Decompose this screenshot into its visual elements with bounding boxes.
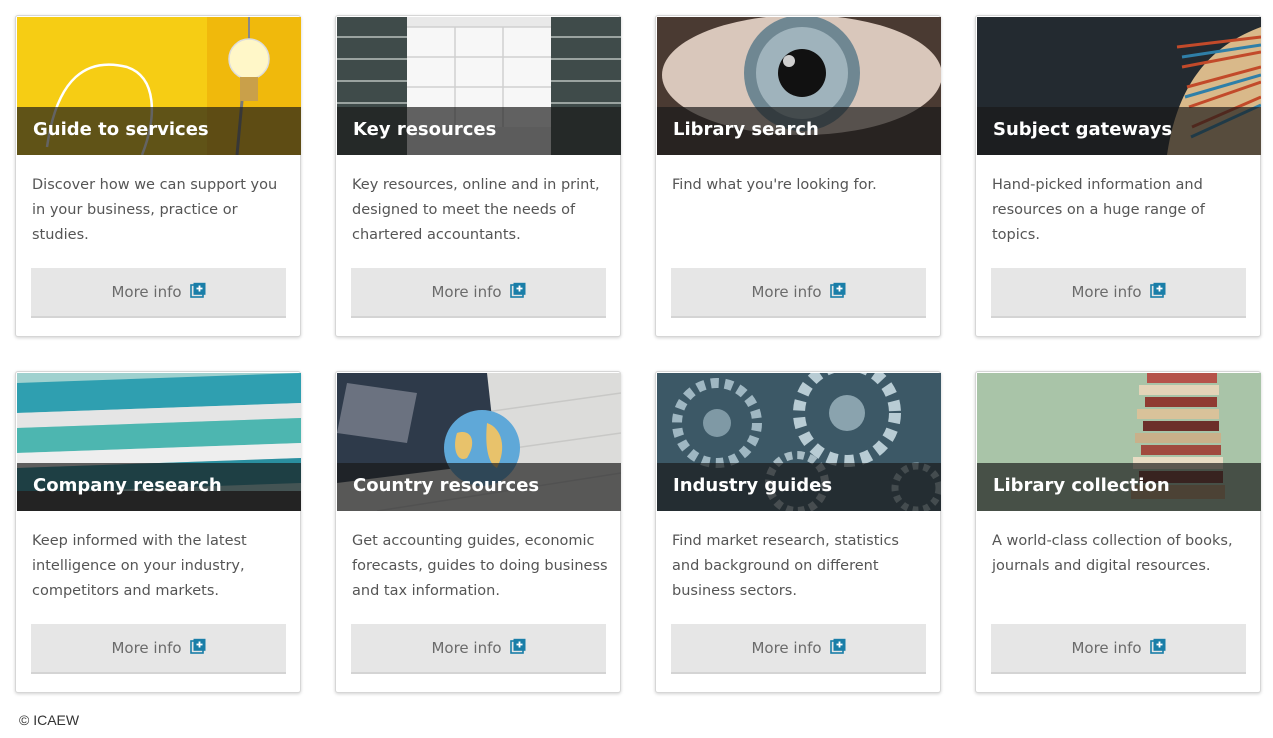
copyright-footer: © ICAEW: [19, 712, 80, 728]
card-description: Discover how we can support you in your …: [32, 177, 278, 243]
card-title: Key resources: [353, 119, 497, 140]
globe-passport-image: Country resources: [337, 373, 621, 511]
card-description: Key resources, online and in print, desi…: [352, 177, 600, 243]
card-description: Get accounting guides, economic forecast…: [352, 533, 608, 599]
card-banner: Key resources: [337, 107, 621, 155]
card-library-collection: Library collection A world-class collect…: [975, 371, 1261, 693]
card-title: Guide to services: [33, 119, 209, 140]
more-info-label: More info: [751, 639, 822, 657]
card-guide-to-services: Guide to services Discover how we can su…: [15, 15, 301, 337]
more-info-label: More info: [1071, 283, 1142, 301]
card-description: A world-class collection of books, journ…: [992, 533, 1233, 574]
more-info-label: More info: [431, 283, 502, 301]
card-country-resources: Country resources Get accounting guides,…: [335, 371, 621, 693]
more-info-button[interactable]: More info: [991, 624, 1246, 674]
card-banner: Country resources: [337, 463, 621, 511]
card-banner: Library collection: [977, 463, 1261, 511]
card-subject-gateways: Subject gateways Hand-picked information…: [975, 15, 1261, 337]
more-info-button[interactable]: More info: [351, 624, 606, 674]
card-company-research: Company research Keep informed with the …: [15, 371, 301, 693]
more-info-label: More info: [751, 283, 822, 301]
card-banner: Guide to services: [17, 107, 301, 155]
more-info-label: More info: [111, 283, 182, 301]
more-info-button[interactable]: More info: [671, 268, 926, 318]
card-title: Subject gateways: [993, 119, 1173, 140]
card-banner: Subject gateways: [977, 107, 1261, 155]
card-title: Company research: [33, 475, 222, 496]
open-new-window-icon: [1149, 638, 1166, 654]
open-new-window-icon: [189, 282, 206, 298]
more-info-button[interactable]: More info: [351, 268, 606, 318]
card-title: Library collection: [993, 475, 1170, 496]
lightbulb-image: Guide to services: [17, 17, 301, 155]
card-title: Library search: [673, 119, 819, 140]
open-book-image: Subject gateways: [977, 17, 1261, 155]
more-info-button[interactable]: More info: [31, 624, 286, 674]
more-info-label: More info: [111, 639, 182, 657]
card-key-resources: Key resources Key resources, online and …: [335, 15, 621, 337]
more-info-button[interactable]: More info: [31, 268, 286, 318]
open-new-window-icon: [509, 282, 526, 298]
card-industry-guides: Industry guides Find market research, st…: [655, 371, 941, 693]
card-banner: Library search: [657, 107, 941, 155]
more-info-label: More info: [431, 639, 502, 657]
book-stack-image: Library collection: [977, 373, 1261, 511]
open-new-window-icon: [829, 638, 846, 654]
more-info-button[interactable]: More info: [991, 268, 1246, 318]
card-library-search: Library search Find what you're looking …: [655, 15, 941, 337]
stacked-files-image: Company research: [17, 373, 301, 511]
card-banner: Company research: [17, 463, 301, 511]
open-new-window-icon: [189, 638, 206, 654]
card-title: Country resources: [353, 475, 540, 496]
gears-image: Industry guides: [657, 373, 941, 511]
card-description: Find what you're looking for.: [672, 177, 877, 193]
open-new-window-icon: [509, 638, 526, 654]
library-shelves-image: Key resources: [337, 17, 621, 155]
card-title: Industry guides: [673, 475, 833, 496]
eye-image: Library search: [657, 17, 941, 155]
card-description: Find market research, statistics and bac…: [672, 533, 899, 599]
card-banner: Industry guides: [657, 463, 941, 511]
more-info-label: More info: [1071, 639, 1142, 657]
open-new-window-icon: [1149, 282, 1166, 298]
open-new-window-icon: [829, 282, 846, 298]
card-description: Keep informed with the latest intelligen…: [32, 533, 247, 599]
card-description: Hand-picked information and resources on…: [992, 177, 1205, 243]
more-info-button[interactable]: More info: [671, 624, 926, 674]
